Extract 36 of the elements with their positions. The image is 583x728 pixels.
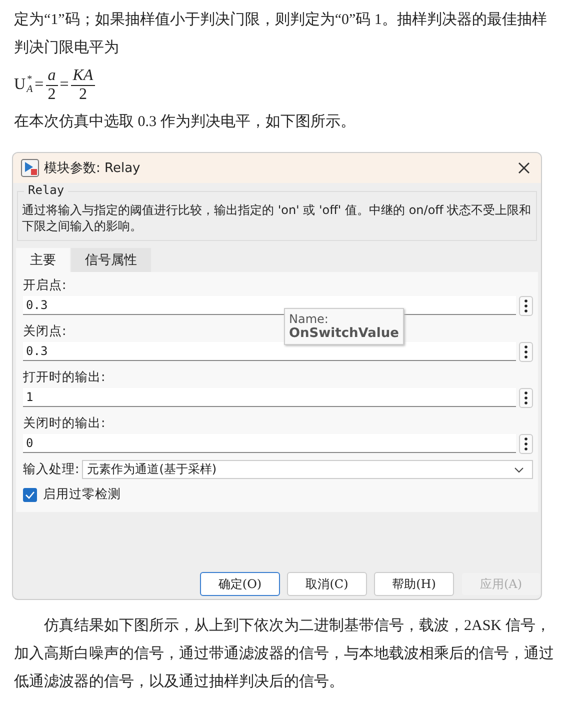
paragraph: 定为“1”码；如果抽样值小于判决门限，则判定为“0”码 1。抽样判决器的最佳抽样判决门限电平为 <box>14 10 548 58</box>
tab[interactable]: 信号属性 <box>71 248 151 272</box>
more-options-button[interactable] <box>519 342 533 362</box>
tooltip-caption: Name: <box>289 312 330 326</box>
input-field[interactable]: 1 <box>23 388 516 407</box>
field-label: 输入处理: <box>23 461 80 478</box>
dialog-button[interactable]: 帮助(H) <box>374 572 454 596</box>
paragraph: 仿真结果如下图所示，从上到下依次为二进制基带信号，载波，2ASK 信号，加入高斯白噪声的信号，通过带通滤波器的信号，与本地载波相乘后的信号，通过低通滤波器的信号，以及通过抽样判决后的信号。 <box>14 616 554 692</box>
input-field[interactable]: 0 <box>23 434 516 453</box>
tab[interactable]: 主要 <box>16 248 70 272</box>
dialog-button[interactable]: 取消(C) <box>287 572 367 596</box>
input-field[interactable]: 0.3 <box>23 342 516 361</box>
field-label: 关闭时的输出: <box>23 414 106 432</box>
close-icon[interactable] <box>517 161 531 175</box>
kebab-icon <box>524 391 528 405</box>
block-icon <box>21 159 39 177</box>
kebab-icon <box>524 299 528 313</box>
paragraph: 在本次仿真中选取 0.3 作为判决电平，如下图所示。 <box>14 112 356 132</box>
field-label: 关闭点: <box>23 322 66 340</box>
field-label: 开启点: <box>23 276 66 294</box>
more-options-button[interactable] <box>519 388 533 408</box>
checkbox[interactable] <box>23 488 37 502</box>
dialog-button[interactable]: 确定(O) <box>200 572 280 596</box>
description-text: 通过将输入与指定的阈值进行比较，输出指定的 'on' 或 'off' 值。中继的 on/off 状态不受上限和下限之间输入的影响。 <box>22 202 532 234</box>
input-field[interactable]: 0.3 <box>23 296 516 315</box>
field-label: 打开时的输出: <box>23 368 106 386</box>
dropdown[interactable]: 元素作为通道(基于采样) <box>82 460 533 479</box>
kebab-icon <box>524 437 528 451</box>
more-options-button[interactable] <box>519 434 533 454</box>
kebab-icon <box>524 345 528 359</box>
chevron-down-icon <box>514 466 524 472</box>
tooltip-value: OnSwitchValue <box>289 326 399 341</box>
window-title: 模块参数: Relay <box>44 160 142 177</box>
block-name: Relay <box>24 183 68 197</box>
more-options-button[interactable] <box>519 296 533 316</box>
checkbox-label: 启用过零检测 <box>43 486 121 503</box>
